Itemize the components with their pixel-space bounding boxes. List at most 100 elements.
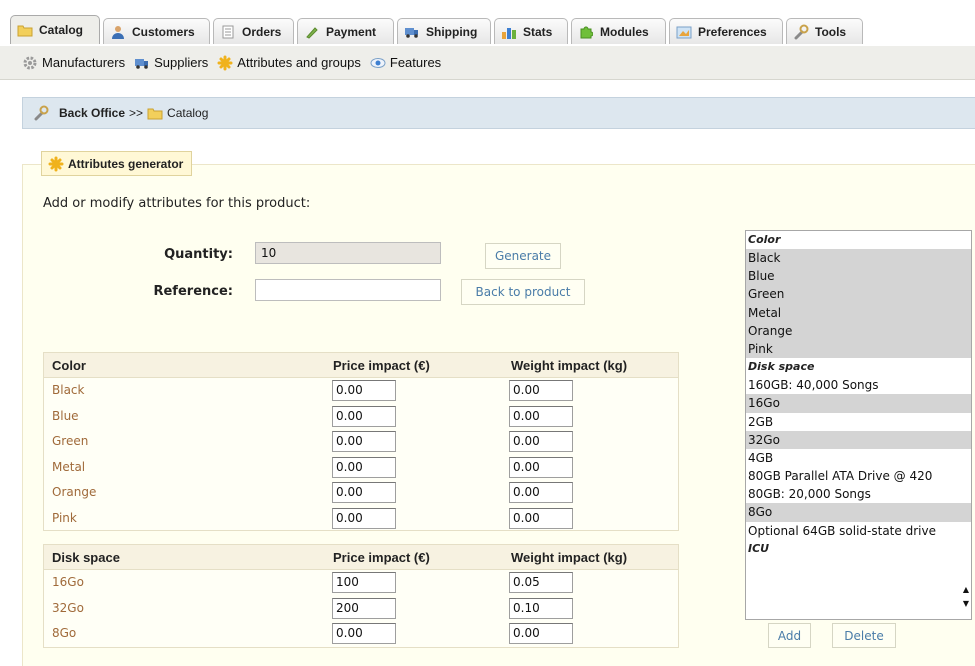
price-impact-input[interactable]: 0.00 <box>332 380 396 401</box>
tab-modules[interactable]: Modules <box>571 18 666 44</box>
submenu-item-manufacturers[interactable]: Manufacturers <box>22 55 125 71</box>
breadcrumb-root-link[interactable]: Back Office <box>59 106 125 120</box>
submenu-label: Attributes and groups <box>237 55 361 70</box>
user-icon <box>110 25 126 39</box>
listbox-option[interactable]: 80GB Parallel ATA Drive @ 420 <box>746 467 971 485</box>
legend-label: Attributes generator <box>68 156 184 171</box>
price-impact-input[interactable]: 100 <box>332 572 396 593</box>
puzzle-icon <box>578 25 594 39</box>
price-impact-header: Price impact (€) <box>333 358 430 373</box>
price-impact-input[interactable]: 0.00 <box>332 456 396 478</box>
listbox-option[interactable]: 8Go <box>746 503 971 522</box>
generate-button[interactable]: Generate <box>485 243 561 269</box>
price-impact-input[interactable]: 200 <box>332 597 396 619</box>
weight-impact-input[interactable]: 0.00 <box>509 507 573 529</box>
tab-catalog[interactable]: Catalog <box>10 15 100 44</box>
tab-label: Shipping <box>426 24 478 39</box>
listbox-option[interactable]: 2GB <box>746 413 971 431</box>
price-impact-input[interactable]: 0.00 <box>332 482 396 504</box>
listbox-option[interactable]: Optional 64GB solid-state drive <box>746 522 971 540</box>
wrench-icon <box>33 105 49 121</box>
back-to-product-button[interactable]: Back to product <box>461 279 585 305</box>
listbox-option[interactable]: 160GB: 40,000 Songs <box>746 376 971 394</box>
weight-impact-input[interactable]: 0.10 <box>509 597 573 619</box>
scroll-up-icon[interactable]: ▲ <box>963 585 969 594</box>
breadcrumb: Back Office >> Catalog <box>22 97 975 129</box>
listbox-option[interactable]: Blue <box>746 267 971 286</box>
weight-impact-input[interactable]: 0.00 <box>509 482 573 504</box>
listbox-option[interactable]: Pink <box>746 339 971 359</box>
attribute-name: 16Go <box>52 575 84 589</box>
delete-button[interactable]: Delete <box>832 623 896 648</box>
breadcrumb-separator: >> <box>129 106 144 120</box>
price-impact-input[interactable]: 0.00 <box>332 405 396 427</box>
listbox-option[interactable]: Orange <box>746 321 971 340</box>
submenu-item-features[interactable]: Features <box>370 55 441 70</box>
price-impact-input[interactable]: 0.00 <box>332 623 396 645</box>
attribute-table-header: Color Price impact (€) Weight impact (kg) <box>44 353 678 378</box>
tab-preferences[interactable]: Preferences <box>669 18 783 44</box>
listbox-option[interactable]: Black <box>746 249 971 268</box>
attribute-table-disk-space: Disk space Price impact (€) Weight impact … <box>43 544 679 648</box>
tab-label: Preferences <box>698 24 767 39</box>
tab-payment[interactable]: Payment <box>297 18 394 44</box>
listbox-option[interactable]: 16Go <box>746 394 971 413</box>
catalog-submenu: Manufacturers Suppliers Attributes and gro… <box>0 46 975 80</box>
weight-impact-input[interactable]: 0.00 <box>509 405 573 427</box>
price-impact-header: Price impact (€) <box>333 550 430 565</box>
attribute-name: Pink <box>52 510 77 525</box>
scroll-down-icon[interactable]: ▼ <box>963 599 969 608</box>
truck-icon <box>134 56 150 70</box>
weight-impact-input[interactable]: 0.00 <box>509 380 573 401</box>
gear-icon <box>22 55 38 71</box>
submenu-label: Suppliers <box>154 55 209 70</box>
weight-impact-input[interactable]: 0.00 <box>509 431 573 453</box>
intro-text: Add or modify attributes for this produc… <box>43 196 311 211</box>
reference-input[interactable] <box>255 279 441 301</box>
attribute-name: 8Go <box>52 626 77 641</box>
listbox-option[interactable]: Green <box>746 285 971 304</box>
weight-impact-header: Weight impact (kg) <box>511 550 628 565</box>
submenu-item-suppliers[interactable]: Suppliers <box>134 55 208 70</box>
pen-icon <box>304 25 320 39</box>
listbox-option[interactable]: 4GB <box>746 449 971 467</box>
attribute-row: Blue 0.00 0.00 <box>44 404 678 430</box>
listbox-group-label: ICU <box>748 541 770 555</box>
attribute-name: Black <box>52 383 85 397</box>
attributes-listbox[interactable]: Color Black Blue Green Metal Orange Pink Disk s… <box>745 230 972 620</box>
tab-label: Payment <box>326 24 377 39</box>
sparkle-icon <box>217 55 233 71</box>
quantity-input[interactable] <box>255 242 441 264</box>
attribute-row: 8Go 0.00 0.00 <box>44 621 678 647</box>
quantity-label: Quantity: <box>164 247 233 262</box>
listbox-option[interactable]: 80GB: 20,000 Songs <box>746 485 971 503</box>
weight-impact-input[interactable]: 0.00 <box>509 623 573 645</box>
tab-stats[interactable]: Stats <box>494 18 568 44</box>
attribute-row: 32Go 200 0.10 <box>44 596 678 622</box>
attribute-table-header: Disk space Price impact (€) Weight impact … <box>44 545 678 570</box>
weight-impact-input[interactable]: 0.05 <box>509 572 573 593</box>
price-impact-input[interactable]: 0.00 <box>332 431 396 453</box>
add-button[interactable]: Add <box>768 623 811 648</box>
tab-orders[interactable]: Orders <box>213 18 294 44</box>
submenu-item-attributes-and-groups[interactable]: Attributes and groups <box>217 55 361 71</box>
tab-tools[interactable]: Tools <box>786 18 863 44</box>
folder-icon <box>17 23 33 37</box>
listbox-option[interactable]: Metal <box>746 303 971 322</box>
tab-label: Catalog <box>39 23 84 37</box>
tab-customers[interactable]: Customers <box>103 18 210 44</box>
tab-label: Orders <box>242 24 282 39</box>
attribute-row: Green 0.00 0.00 <box>44 429 678 455</box>
truck-icon <box>404 25 420 39</box>
tab-shipping[interactable]: Shipping <box>397 18 491 44</box>
attribute-name: Orange <box>52 485 97 500</box>
attribute-row: Black 0.00 0.00 <box>44 378 678 404</box>
attribute-table-color: Color Price impact (€) Weight impact (kg) B… <box>43 352 679 531</box>
weight-impact-header: Weight impact (kg) <box>511 358 628 373</box>
price-impact-input[interactable]: 0.00 <box>332 507 396 529</box>
weight-impact-input[interactable]: 0.00 <box>509 456 573 478</box>
tab-label: Customers <box>132 24 195 39</box>
sparkle-icon <box>48 156 64 172</box>
listbox-option[interactable]: 32Go <box>746 430 971 449</box>
attribute-row: Orange 0.00 0.00 <box>44 480 678 506</box>
